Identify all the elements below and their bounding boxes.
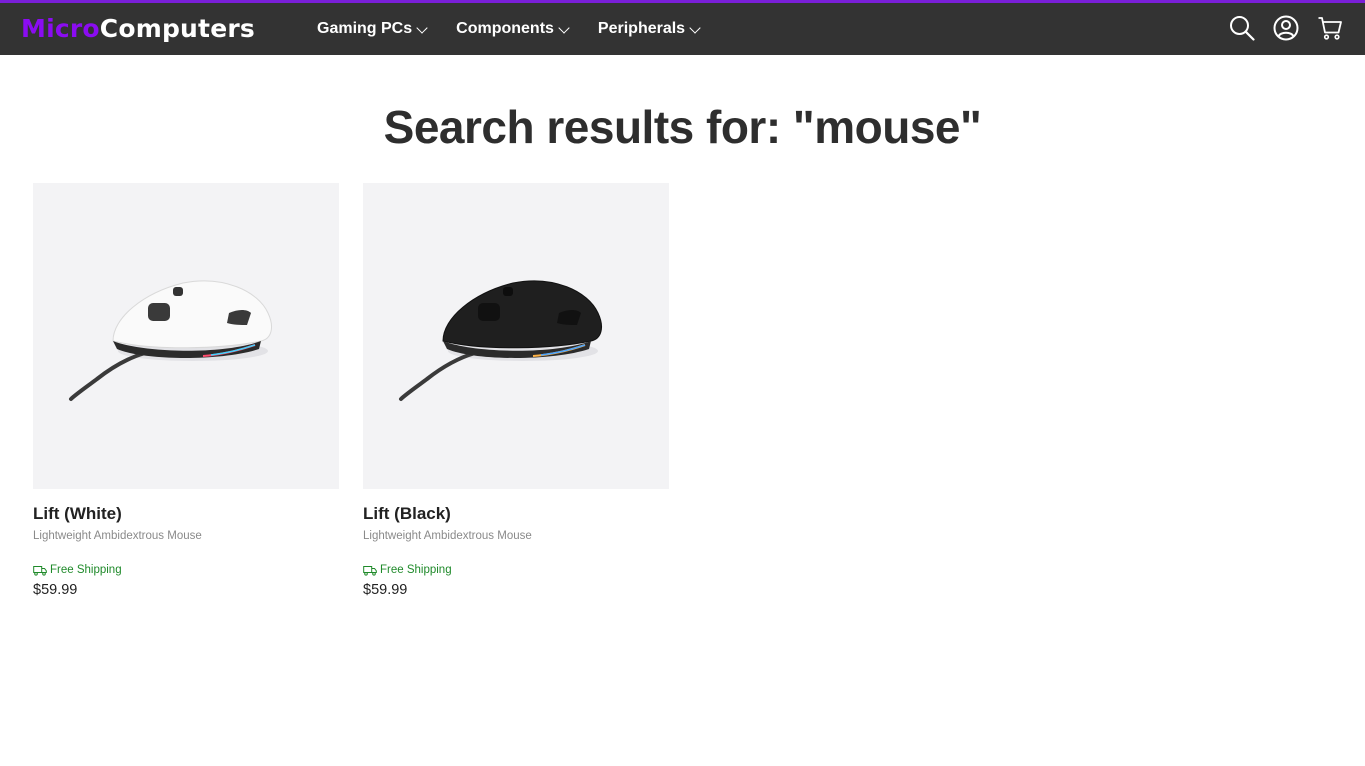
chevron-down-icon <box>416 21 428 34</box>
shipping-info: Free Shipping <box>33 563 339 577</box>
truck-icon <box>33 565 47 576</box>
shipping-label: Free Shipping <box>380 564 452 576</box>
product-image[interactable] <box>363 183 669 489</box>
main-nav: Gaming PCs Components Peripherals <box>317 3 729 55</box>
product-name[interactable]: Lift (White) <box>33 504 339 524</box>
nav-peripherals-label: Peripherals <box>597 20 686 37</box>
product-card[interactable]: Lift (Black) Lightweight Ambidextrous Mo… <box>363 183 669 599</box>
product-image[interactable] <box>33 183 339 489</box>
mouse-image-black <box>399 280 602 401</box>
logo-computers: Computers <box>99 14 255 43</box>
site-logo[interactable]: MicroComputers <box>21 14 255 44</box>
chevron-down-icon <box>689 21 701 34</box>
account-icon[interactable] <box>1273 15 1299 41</box>
product-card[interactable]: Lift (White) Lightweight Ambidextrous Mo… <box>33 183 339 599</box>
truck-icon <box>363 565 377 576</box>
product-subtitle: Lightweight Ambidextrous Mouse <box>363 530 532 542</box>
shipping-label: Free Shipping <box>50 564 122 576</box>
nav-components-label: Components <box>456 20 554 37</box>
logo-micro: Micro <box>21 14 100 43</box>
product-name[interactable]: Lift (Black) <box>363 504 669 524</box>
nav-peripherals[interactable]: Peripherals <box>597 20 701 38</box>
product-price: $59.99 <box>363 582 408 598</box>
top-navigation-bar: MicroComputers Gaming PCs Components Per… <box>0 0 1365 55</box>
nav-gaming-pcs-label: Gaming PCs <box>317 20 413 37</box>
nav-gaming-pcs[interactable]: Gaming PCs <box>317 20 428 38</box>
product-subtitle: Lightweight Ambidextrous Mouse <box>33 530 202 542</box>
product-price: $59.99 <box>33 582 78 598</box>
search-icon[interactable] <box>1229 15 1255 41</box>
search-results-heading: Search results for: "mouse" <box>383 101 982 153</box>
chevron-down-icon <box>558 21 570 34</box>
header-icons <box>1229 15 1343 41</box>
mouse-image-white <box>69 280 272 401</box>
cart-icon[interactable] <box>1317 15 1343 41</box>
product-grid: Lift (White) Lightweight Ambidextrous Mo… <box>33 183 669 599</box>
shipping-info: Free Shipping <box>363 563 669 577</box>
nav-components[interactable]: Components <box>456 20 570 38</box>
